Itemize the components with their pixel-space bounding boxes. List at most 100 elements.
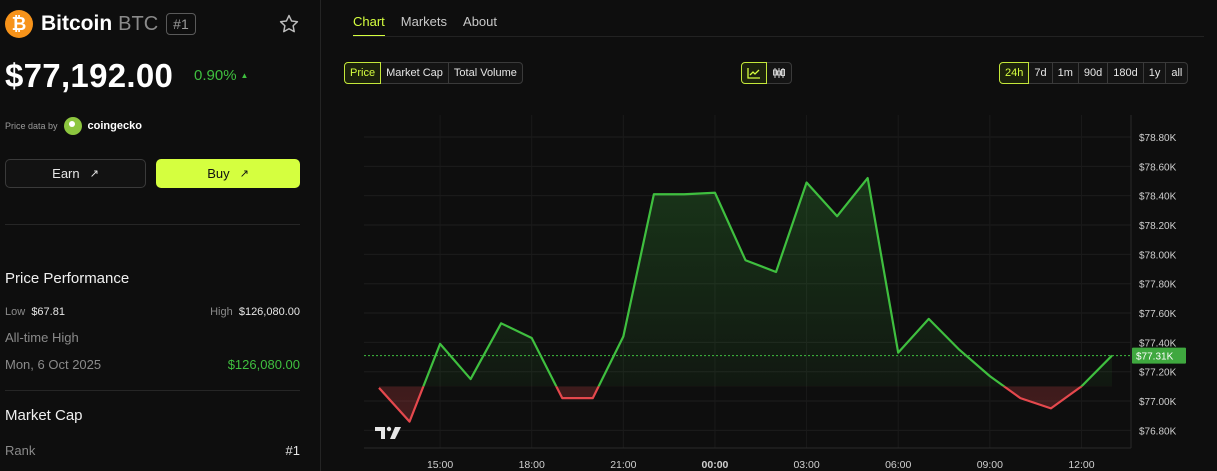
y-tick-label: $78.60K <box>1139 162 1177 173</box>
earn-button[interactable]: Earn ↗ <box>5 159 146 188</box>
data-point <box>928 318 930 320</box>
metric-price-button[interactable]: Price <box>344 62 382 84</box>
x-tick-label: 09:00 <box>977 459 1003 471</box>
coingecko-logo-icon <box>63 117 82 135</box>
data-point <box>653 193 655 195</box>
range-all-button[interactable]: all <box>1165 62 1189 84</box>
y-tick-label: $78.40K <box>1139 192 1177 203</box>
data-point <box>1050 407 1052 409</box>
range-90d-button[interactable]: 90d <box>1077 62 1109 84</box>
data-point <box>409 421 411 423</box>
y-tick-label: $78.00K <box>1139 250 1177 261</box>
data-point <box>1080 385 1082 387</box>
rank-badge: #1 <box>166 13 196 35</box>
divider <box>5 390 300 391</box>
y-tick-label: $77.80K <box>1139 280 1177 291</box>
high-group: High $126,080.00 <box>210 306 300 318</box>
data-point <box>378 387 380 389</box>
external-arrow-icon: ↗ <box>89 168 99 180</box>
data-point <box>714 192 716 194</box>
ath-label-row: All-time High <box>5 330 300 345</box>
ath-value: $126,080.00 <box>227 357 300 372</box>
x-tick-label: 03:00 <box>793 459 819 471</box>
current-price: $77,192.00 <box>5 57 174 94</box>
range-24h-button[interactable]: 24h <box>999 62 1030 84</box>
price-chart[interactable]: $77.31K $76.80K $77.00K $77.20K $77.40K $77.6… <box>364 115 1217 471</box>
data-point <box>561 397 563 399</box>
x-tick-label: 12:00 <box>1068 459 1094 471</box>
tabs-divider <box>353 36 1204 37</box>
data-point <box>897 352 899 354</box>
time-range-toggle: 24h 7d 1m 90d 180d 1y all <box>999 62 1189 84</box>
coin-name: Bitcoin <box>41 12 113 35</box>
high-label: High <box>210 306 233 318</box>
y-tick-label: $76.80K <box>1139 426 1177 437</box>
data-point <box>806 181 808 183</box>
y-tick-label: $77.20K <box>1139 368 1177 379</box>
ath-date: Mon, 6 Oct 2025 <box>5 357 102 372</box>
market-cap-title: Market Cap <box>5 407 83 424</box>
data-point <box>867 177 869 179</box>
x-tick-label: 18:00 <box>519 459 545 471</box>
coin-summary-panel: ₿ Bitcoin BTC #1 $77,192.00 0.90% ▲ Price… <box>0 0 321 471</box>
provider-name[interactable]: coingecko <box>88 120 142 132</box>
y-tick-label: $78.20K <box>1139 221 1177 232</box>
range-1y-button[interactable]: 1y <box>1142 62 1167 84</box>
low-label: Low <box>5 306 26 318</box>
range-1m-button[interactable]: 1m <box>1051 62 1079 84</box>
rank-value: #1 <box>285 443 300 458</box>
high-value: $126,080.00 <box>238 306 300 318</box>
tab-about[interactable]: About <box>463 14 497 37</box>
data-point <box>622 336 624 338</box>
price-change: 0.90% ▲ <box>194 67 248 84</box>
data-point <box>683 193 685 195</box>
buy-button-label: Buy <box>207 166 230 181</box>
candlestick-chart-button[interactable] <box>766 62 792 84</box>
data-point <box>531 337 533 339</box>
data-point <box>500 322 502 324</box>
tab-chart[interactable]: Chart <box>353 14 385 37</box>
range-180d-button[interactable]: 180d <box>1107 62 1144 84</box>
low-value: $67.81 <box>31 306 65 318</box>
divider <box>5 224 300 225</box>
data-point <box>745 259 747 261</box>
line-chart-icon <box>747 68 760 79</box>
data-point <box>592 397 594 399</box>
range-7d-button[interactable]: 7d <box>1028 62 1053 84</box>
candlestick-icon <box>773 68 785 78</box>
y-tick-label: $77.60K <box>1139 309 1177 320</box>
buy-button[interactable]: Buy ↗ <box>156 159 300 188</box>
y-tick-label: $77.40K <box>1139 338 1177 349</box>
chart-type-toggle <box>741 62 792 84</box>
data-point <box>470 378 472 380</box>
ath-label: All-time High <box>5 330 79 345</box>
ath-row: Mon, 6 Oct 2025 $126,080.00 <box>5 357 300 372</box>
low-group: Low $67.81 <box>5 306 65 318</box>
data-point <box>775 271 777 273</box>
section-tabs: Chart Markets About <box>353 14 513 37</box>
data-point <box>958 349 960 351</box>
metric-market-cap-button[interactable]: Market Cap <box>380 62 449 84</box>
x-tick-label: 06:00 <box>885 459 911 471</box>
tab-markets[interactable]: Markets <box>401 14 447 37</box>
data-point <box>439 343 441 345</box>
tradingview-logo-icon[interactable] <box>375 425 403 441</box>
metric-toggle: Price Market Cap Total Volume <box>344 62 523 84</box>
low-high-row: Low $67.81 High $126,080.00 <box>5 306 300 318</box>
bitcoin-logo-icon: ₿ <box>5 10 33 38</box>
earn-button-label: Earn <box>52 166 80 181</box>
coin-header: ₿ Bitcoin BTC #1 <box>5 9 196 39</box>
coin-symbol: BTC <box>118 12 159 35</box>
x-tick-label: 00:00 <box>702 459 729 471</box>
y-tick-label: $78.80K <box>1139 133 1177 144</box>
rank-label: Rank <box>5 443 36 458</box>
rank-row: Rank #1 <box>5 443 300 458</box>
metric-total-volume-button[interactable]: Total Volume <box>447 62 523 84</box>
star-watchlist-icon[interactable] <box>278 13 300 35</box>
x-tick-label: 15:00 <box>427 459 453 471</box>
data-point <box>1019 397 1021 399</box>
data-point <box>836 215 838 217</box>
line-chart-button[interactable] <box>741 62 767 84</box>
y-tick-label: $77.00K <box>1139 397 1177 408</box>
price-data-attribution: Price data by coingecko <box>5 117 142 135</box>
